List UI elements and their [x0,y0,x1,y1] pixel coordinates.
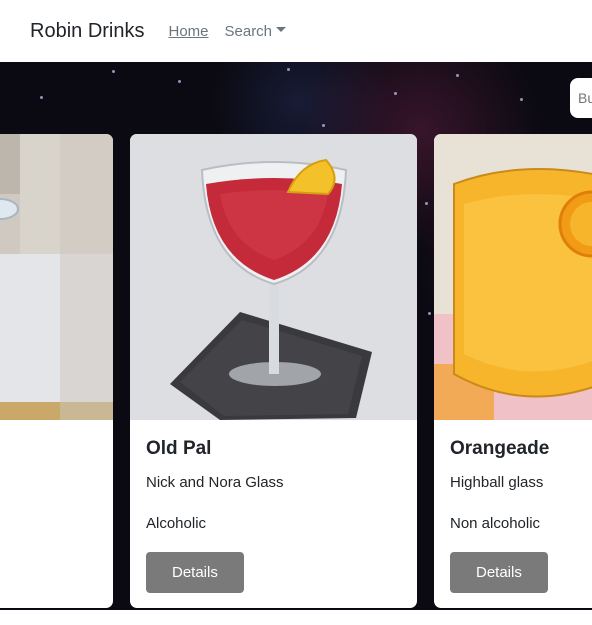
details-button[interactable]: Details [450,552,548,593]
drink-image [0,134,113,420]
details-button[interactable]: Details [146,552,244,593]
hero-background: Old Pal Nick and Nora Glass Alcoholic De… [0,62,592,610]
navbar: Robin Drinks Home Search [0,0,592,62]
drink-photo [0,134,113,420]
star-decoration [520,98,523,101]
drink-type: Non alcoholic [450,515,541,532]
drink-card: Orangeade Highball glass Non alcoholic D… [434,134,592,608]
star-decoration [40,96,43,99]
star-decoration [394,92,397,95]
drink-photo [130,134,417,420]
card-body: Old Pal Nick and Nora Glass Alcoholic De… [130,420,417,607]
card-body: Orangeade Highball glass Non alcoholic D… [434,420,592,607]
star-decoration [287,68,290,71]
drink-glass: Nick and Nora Glass [146,474,284,491]
star-decoration [322,124,325,127]
search-input[interactable] [570,78,592,118]
drink-glass: Highball glass [450,474,544,491]
drink-photo [434,134,592,420]
star-decoration [456,74,459,77]
star-decoration [112,70,115,73]
drink-type: Alcoholic [146,515,207,532]
nav-home-link[interactable]: Home [168,23,208,40]
brand-logo-text[interactable]: Robin Drinks [30,20,144,43]
drink-card: Old Pal Nick and Nora Glass Alcoholic De… [130,134,417,608]
drink-image [130,134,417,420]
star-decoration [425,202,428,205]
nav-search-label: Search [224,22,273,40]
chevron-down-icon [276,27,287,33]
star-decoration [428,312,431,315]
drink-image [434,134,592,420]
nav-search-dropdown[interactable]: Search [225,23,287,40]
drink-card [0,134,113,608]
drink-title: Old Pal [146,438,212,459]
star-decoration [178,80,181,83]
card-body [0,420,113,448]
drink-title: Orangeade [450,438,550,459]
